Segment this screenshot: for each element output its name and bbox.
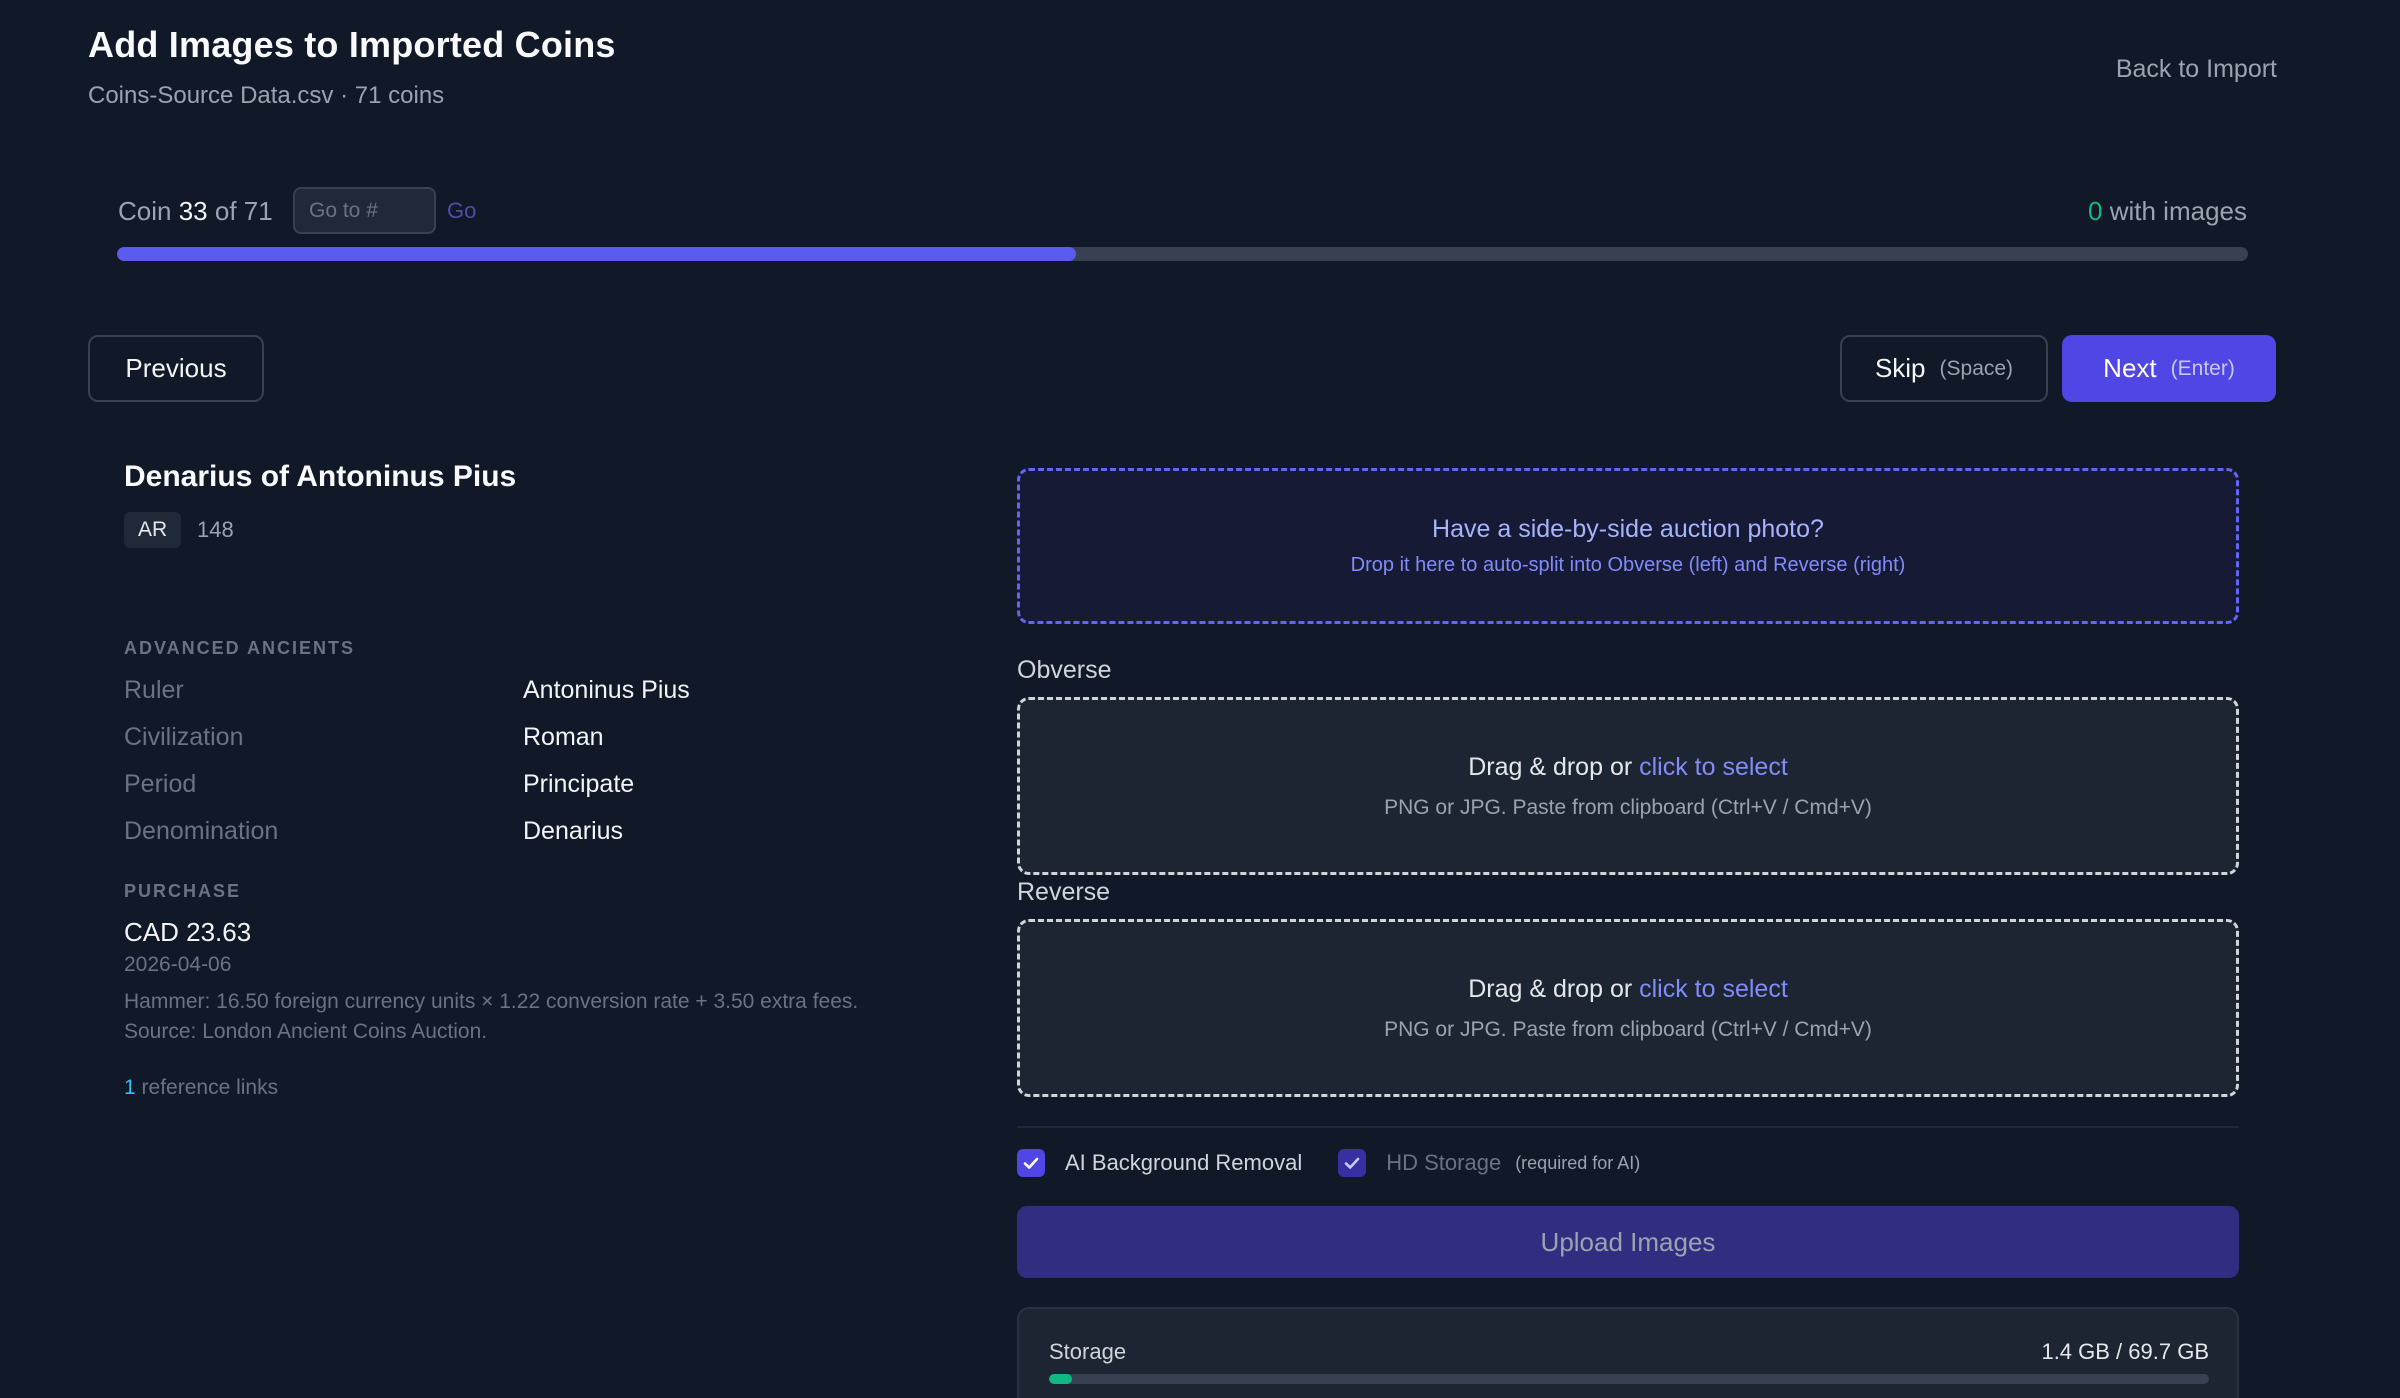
split-dropzone-subtitle: Drop it here to auto-split into Obverse … bbox=[1350, 554, 1906, 576]
purchase-heading: PURCHASE bbox=[124, 881, 242, 901]
advanced-ancients-heading: ADVANCED ANCIENTS bbox=[124, 638, 356, 658]
purchase-price: CAD 23.63 bbox=[124, 917, 252, 947]
total-coin-number: 71 bbox=[243, 196, 273, 226]
attribute-value-civilization: Roman bbox=[523, 723, 604, 751]
go-button[interactable]: Go bbox=[447, 198, 476, 224]
hd-storage-checkbox[interactable] bbox=[1338, 1149, 1367, 1177]
skip-button[interactable]: Skip (Space) bbox=[1840, 335, 2048, 402]
hd-storage-label: HD Storage bbox=[1386, 1150, 1502, 1175]
storage-card: Storage 1.4 GB / 69.7 GB bbox=[1017, 1307, 2239, 1398]
options-divider bbox=[1017, 1126, 2239, 1128]
reverse-drop-hint: PNG or JPG. Paste from clipboard (Ctrl+V… bbox=[1384, 1017, 1872, 1041]
page-subtitle: Coins-Source Data.csv · 71 coins bbox=[88, 82, 444, 110]
storage-usage-text: 1.4 GB / 69.7 GB bbox=[2041, 1339, 2209, 1364]
upload-images-button[interactable]: Upload Images bbox=[1017, 1206, 2239, 1278]
with-images-count: 0 with images bbox=[2088, 196, 2247, 227]
attribute-label-civilization: Civilization bbox=[124, 723, 244, 751]
progress-bar-fill bbox=[117, 247, 1076, 261]
split-dropzone-title: Have a side-by-side auction photo? bbox=[1432, 515, 1824, 543]
progress-bar bbox=[117, 247, 2248, 261]
storage-label: Storage bbox=[1049, 1339, 1127, 1364]
page-title: Add Images to Imported Coins bbox=[88, 24, 616, 65]
coin-total: 71 coins bbox=[354, 82, 445, 109]
ai-background-removal-checkbox[interactable] bbox=[1017, 1149, 1045, 1177]
next-button[interactable]: Next (Enter) bbox=[2062, 335, 2276, 402]
side-by-side-dropzone[interactable]: Have a side-by-side auction photo? Drop … bbox=[1017, 468, 2239, 624]
hd-storage-note: (required for AI) bbox=[1515, 1152, 1641, 1173]
coin-counter: Coin 33 of 71 bbox=[118, 196, 273, 227]
with-images-label: with images bbox=[2109, 196, 2247, 226]
reference-links[interactable]: 1 reference links bbox=[124, 1076, 278, 1100]
attribute-label-denomination: Denomination bbox=[124, 817, 279, 845]
coin-year: 148 bbox=[197, 517, 234, 542]
goto-coin-input[interactable] bbox=[293, 187, 436, 234]
obverse-drop-instruction: Drag & drop or bbox=[1468, 752, 1633, 781]
metal-badge: AR bbox=[124, 512, 182, 548]
with-images-number: 0 bbox=[2088, 196, 2103, 226]
upload-options: AI Background Removal HD Storage (requir… bbox=[1017, 1149, 1640, 1177]
next-shortcut-hint: (Enter) bbox=[2170, 356, 2235, 380]
file-name: Coins-Source Data.csv bbox=[88, 82, 334, 109]
coin-name: Denarius of Antoninus Pius bbox=[124, 460, 517, 493]
attribute-label-period: Period bbox=[124, 770, 197, 798]
subtitle-separator: · bbox=[340, 82, 349, 109]
reverse-label: Reverse bbox=[1017, 878, 1111, 906]
obverse-label: Obverse bbox=[1017, 656, 1112, 684]
purchase-note: Hammer: 16.50 foreign currency units × 1… bbox=[124, 990, 859, 1043]
previous-button[interactable]: Previous bbox=[88, 335, 264, 402]
current-coin-number: 33 bbox=[178, 196, 208, 226]
ai-background-removal-label: AI Background Removal bbox=[1065, 1150, 1303, 1175]
check-icon bbox=[1023, 1157, 1039, 1169]
back-to-import-link[interactable]: Back to Import bbox=[2116, 55, 2277, 84]
reverse-dropzone[interactable]: Drag & drop or click to select PNG or JP… bbox=[1017, 919, 2239, 1097]
attribute-value-denomination: Denarius bbox=[523, 817, 624, 845]
skip-label: Skip bbox=[1874, 353, 1926, 383]
reference-links-count: 1 bbox=[124, 1076, 136, 1099]
obverse-drop-hint: PNG or JPG. Paste from clipboard (Ctrl+V… bbox=[1384, 795, 1872, 819]
check-icon bbox=[1344, 1157, 1360, 1169]
obverse-dropzone[interactable]: Drag & drop or click to select PNG or JP… bbox=[1017, 697, 2239, 875]
coin-word: Coin bbox=[118, 196, 172, 226]
next-label: Next bbox=[2103, 353, 2157, 383]
obverse-drop-text: Drag & drop or click to select bbox=[1468, 753, 1788, 782]
skip-shortcut-hint: (Space) bbox=[1939, 356, 2014, 380]
reference-links-label: reference links bbox=[141, 1076, 279, 1099]
storage-bar bbox=[1049, 1374, 2209, 1384]
purchase-date: 2026-04-06 bbox=[124, 953, 232, 976]
storage-bar-fill bbox=[1049, 1374, 1073, 1384]
attribute-value-ruler: Antoninus Pius bbox=[523, 676, 690, 704]
reverse-drop-text: Drag & drop or click to select bbox=[1468, 975, 1788, 1004]
of-word: of bbox=[214, 196, 237, 226]
reverse-select-link[interactable]: click to select bbox=[1639, 975, 1788, 1003]
attribute-label-ruler: Ruler bbox=[124, 676, 184, 704]
attribute-value-period: Principate bbox=[523, 770, 635, 798]
obverse-select-link[interactable]: click to select bbox=[1639, 753, 1788, 781]
reverse-drop-instruction: Drag & drop or bbox=[1468, 974, 1633, 1003]
